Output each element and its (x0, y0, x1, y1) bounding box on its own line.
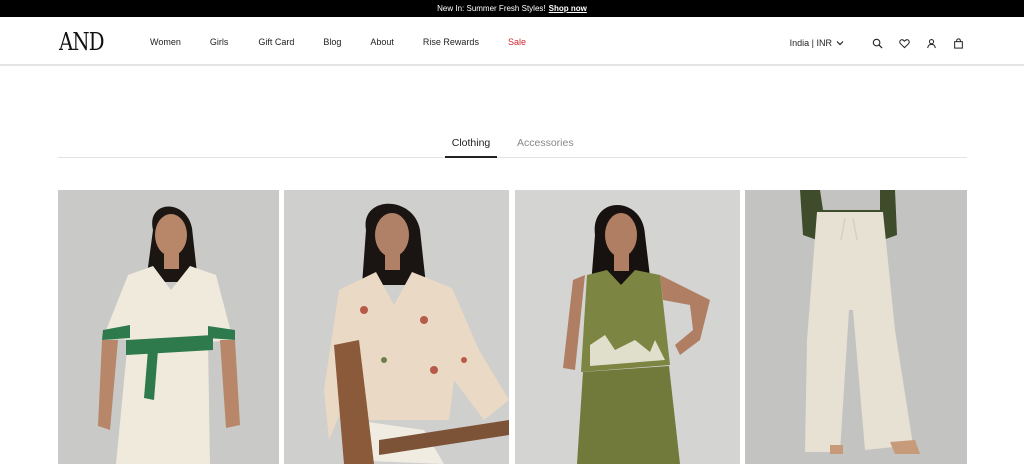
product-image (58, 190, 279, 464)
product-image (284, 190, 509, 464)
shop-now-link[interactable]: Shop now (549, 4, 587, 13)
product-card[interactable] (284, 190, 509, 464)
nav-blog[interactable]: Blog (323, 37, 341, 47)
chevron-down-icon (836, 41, 844, 46)
brand-logo[interactable]: AND (59, 29, 105, 55)
main-nav: Women Girls Gift Card Blog About Rise Re… (150, 37, 526, 47)
header-actions: India | INR (790, 35, 966, 51)
tab-accessories[interactable]: Accessories (517, 136, 574, 158)
search-icon[interactable] (869, 35, 885, 51)
region-selector[interactable]: India | INR (790, 38, 844, 48)
category-tabs: Clothing Accessories (58, 136, 967, 158)
product-card[interactable] (58, 190, 279, 464)
nav-women[interactable]: Women (150, 37, 181, 47)
nav-rise-rewards[interactable]: Rise Rewards (423, 37, 479, 47)
nav-sale[interactable]: Sale (508, 37, 526, 47)
product-card[interactable] (515, 190, 740, 464)
nav-gift-card[interactable]: Gift Card (258, 37, 294, 47)
nav-about[interactable]: About (370, 37, 394, 47)
product-image (745, 190, 967, 464)
announcement-text: New In: Summer Fresh Styles! (437, 4, 546, 13)
bag-icon[interactable] (950, 35, 966, 51)
site-header: AND Women Girls Gift Card Blog About Ris… (0, 17, 1024, 66)
product-image (515, 190, 740, 464)
user-icon[interactable] (923, 35, 939, 51)
heart-icon[interactable] (896, 35, 912, 51)
tab-clothing[interactable]: Clothing (445, 136, 497, 158)
product-card[interactable] (745, 190, 967, 464)
nav-girls[interactable]: Girls (210, 37, 229, 47)
region-label: India | INR (789, 38, 832, 48)
announcement-bar: New In: Summer Fresh Styles! Shop now (0, 0, 1024, 17)
